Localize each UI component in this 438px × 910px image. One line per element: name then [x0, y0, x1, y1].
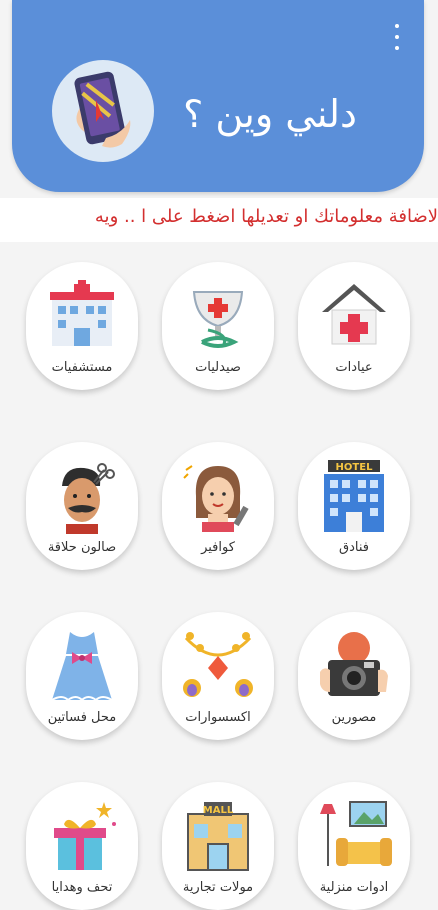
hospital-icon	[50, 280, 114, 346]
hair-stylist-icon	[183, 465, 249, 532]
accessories-icon	[183, 632, 253, 697]
category-accessories[interactable]: اكسسوارات	[162, 612, 274, 740]
category-malls[interactable]: MALL مولات تجارية	[162, 782, 274, 910]
category-photographers[interactable]: مصورين	[298, 612, 410, 740]
hotel-icon: HOTEL	[324, 460, 384, 532]
gifts-icon	[54, 802, 116, 870]
category-label: تحف وهدايا	[51, 880, 113, 895]
category-pharmacies[interactable]: صيدليات	[162, 262, 274, 390]
app-title: دلني وين ؟	[183, 92, 357, 136]
photographer-icon	[320, 632, 388, 696]
category-gifts[interactable]: تحف وهدايا	[26, 782, 138, 910]
app-header: دلني وين ؟	[12, 0, 424, 192]
svg-text:HOTEL: HOTEL	[336, 462, 374, 473]
category-label: محل فساتين	[47, 710, 117, 725]
category-clinics[interactable]: عيادات	[298, 262, 410, 390]
home-tools-icon	[320, 801, 392, 866]
category-hair-stylist[interactable]: كوافير	[162, 442, 274, 570]
category-label: صالون حلاقة	[47, 540, 117, 555]
category-label: فنادق	[339, 540, 369, 555]
category-home-tools[interactable]: ادوات منزلية	[298, 782, 410, 910]
pharmacy-icon	[192, 291, 244, 348]
category-dress-shop[interactable]: محل فساتين	[26, 612, 138, 740]
clinic-icon	[322, 284, 386, 345]
category-hospitals[interactable]: مستشفيات	[26, 262, 138, 390]
category-label: اكسسوارات	[185, 710, 251, 725]
mall-icon: MALL	[187, 802, 249, 871]
phone-map-logo-icon	[52, 60, 154, 162]
category-label: عيادات	[335, 360, 373, 375]
info-marquee[interactable]: لاضافة معلوماتك او تعديلها اضغط على ا ..…	[0, 198, 438, 242]
category-barber[interactable]: صالون حلاقة	[26, 442, 138, 570]
category-hotels[interactable]: HOTEL فنادق	[298, 442, 410, 570]
barber-icon	[62, 463, 115, 534]
dress-shop-icon	[51, 632, 113, 702]
svg-text:MALL: MALL	[203, 805, 234, 816]
more-vert-icon[interactable]	[390, 24, 404, 50]
marquee-text: لاضافة معلوماتك او تعديلها اضغط على ا ..…	[94, 206, 438, 227]
category-label: مصورين	[331, 710, 377, 725]
category-label: مولات تجارية	[182, 880, 254, 895]
category-label: ادوات منزلية	[319, 880, 389, 895]
category-label: مستشفيات	[51, 360, 113, 375]
category-label: كوافير	[201, 540, 235, 555]
category-label: صيدليات	[195, 360, 241, 375]
